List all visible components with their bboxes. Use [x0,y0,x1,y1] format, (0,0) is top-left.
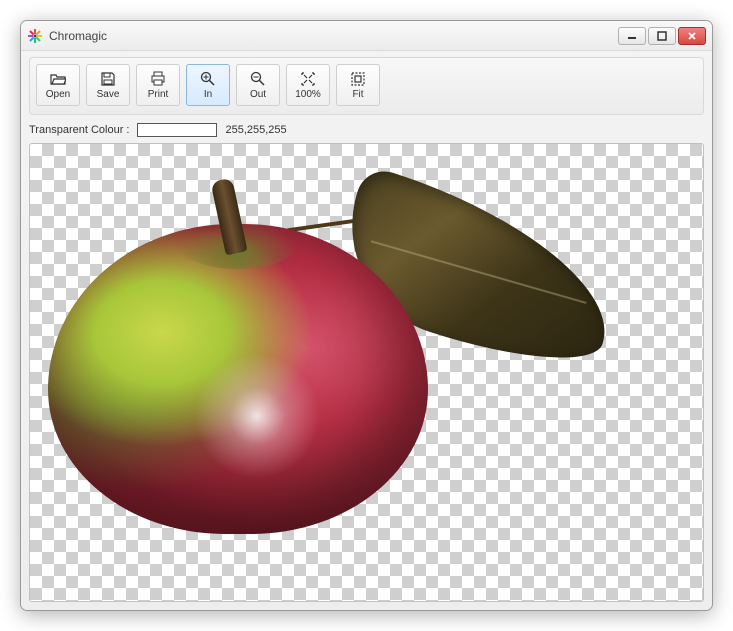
print-label: Print [148,89,169,100]
zoom-in-label: In [204,89,212,100]
zoom-actual-icon [300,71,316,87]
fit-button[interactable]: Fit [336,64,380,106]
transparent-colour-label: Transparent Colour : [29,124,129,136]
open-icon [50,71,66,87]
canvas-image [38,164,468,534]
app-window: Chromagic Open [20,20,713,611]
save-button[interactable]: Save [86,64,130,106]
maximize-icon [657,31,667,41]
canvas[interactable] [29,143,704,602]
transparent-colour-value: 255,255,255 [225,124,286,136]
app-title: Chromagic [49,29,618,43]
maximize-button[interactable] [648,27,676,45]
toolbar-container: Open Save Print In [21,51,712,115]
fit-icon [350,71,366,87]
print-button[interactable]: Print [136,64,180,106]
app-icon [27,28,43,44]
zoom-out-icon [250,71,266,87]
minimize-icon [627,31,637,41]
minimize-button[interactable] [618,27,646,45]
zoom-100-button[interactable]: 100% [286,64,330,106]
titlebar: Chromagic [21,21,712,51]
toolbar: Open Save Print In [29,57,704,115]
zoom-in-button[interactable]: In [186,64,230,106]
zoom-in-icon [200,71,216,87]
fit-label: Fit [352,89,363,100]
zoom-out-label: Out [250,89,266,100]
window-controls [618,27,706,45]
zoom-100-label: 100% [295,89,321,100]
zoom-out-button[interactable]: Out [236,64,280,106]
option-bar: Transparent Colour : 255,255,255 [21,115,712,143]
transparent-colour-swatch[interactable] [137,123,217,137]
open-button[interactable]: Open [36,64,80,106]
print-icon [150,71,166,87]
close-icon [687,31,697,41]
close-button[interactable] [678,27,706,45]
apple-body-shape [48,224,428,534]
save-icon [100,71,116,87]
save-label: Save [97,89,120,100]
open-label: Open [46,89,70,100]
